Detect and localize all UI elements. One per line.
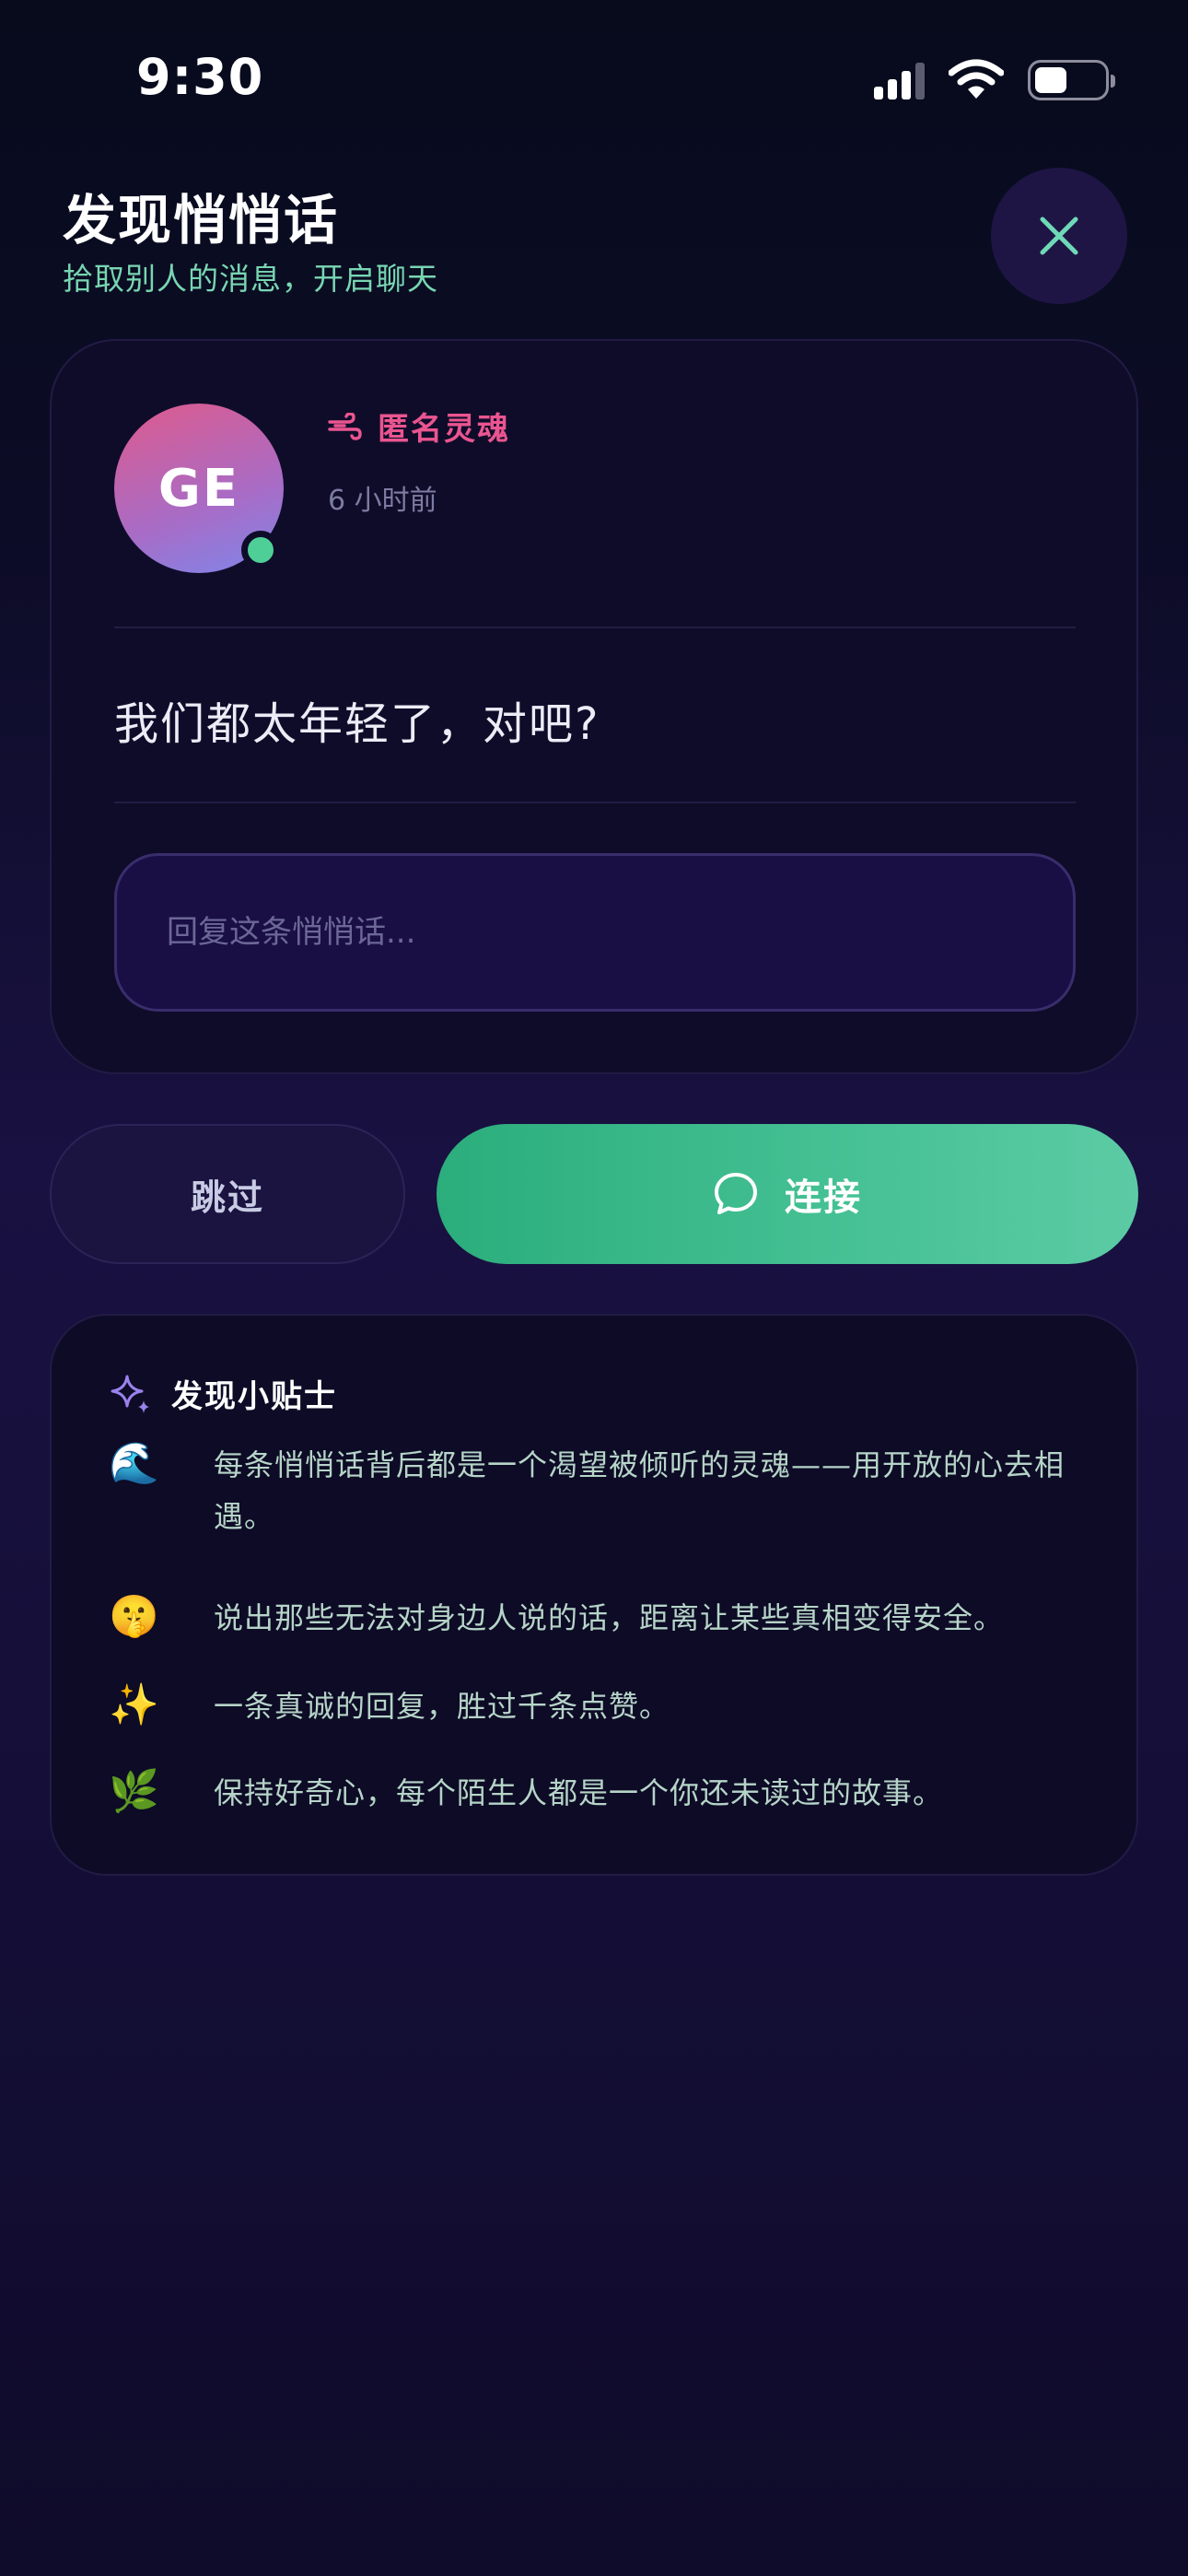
page-title: 发现悄悄话 — [63, 189, 340, 252]
tip-text: 保持好奇心，每个陌生人都是一个你还未读过的故事。 — [214, 1775, 944, 1810]
tip-item: 🤫 说出那些无法对身边人说的话，距离让某些真相变得安全。 — [109, 1592, 1079, 1644]
connect-label: 连接 — [785, 1177, 862, 1219]
battery-icon — [1028, 60, 1115, 100]
reply-input[interactable] — [114, 853, 1076, 1012]
wave-icon: 🌊 — [109, 1440, 159, 1487]
tip-text: 每条悄悄话背后都是一个渴望被倾听的灵魂——用开放的心去相遇。 — [214, 1447, 1066, 1534]
tip-item: 🌊 每条悄悄话背后都是一个渴望被倾听的灵魂——用开放的心去相遇。 — [109, 1439, 1079, 1542]
skip-button[interactable]: 跳过 — [50, 1124, 405, 1264]
tip-item: 🌿 保持好奇心，每个陌生人都是一个你还未读过的故事。 — [109, 1767, 1079, 1819]
page-subtitle: 拾取别人的消息，开启聊天 — [63, 261, 438, 297]
tips-card: 发现小贴士 🌊 每条悄悄话背后都是一个渴望被倾听的灵魂——用开放的心去相遇。 🤫… — [50, 1314, 1138, 1876]
chat-bubble-icon — [715, 1173, 757, 1214]
divider — [114, 802, 1076, 803]
shushing-face-icon: 🤫 — [109, 1593, 159, 1640]
close-icon — [1040, 217, 1078, 255]
tips-title: 发现小贴士 — [171, 1378, 337, 1415]
post-time: 6 小时前 — [328, 485, 437, 517]
avatar-initials: GE — [157, 458, 240, 519]
tip-text: 说出那些无法对身边人说的话，距离让某些真相变得安全。 — [214, 1600, 1005, 1635]
wind-icon — [328, 412, 362, 440]
whisper-card: GE 匿名灵魂 6 小时前 我们都太年轻了，对吧? — [50, 339, 1138, 1074]
status-time: 9:30 — [136, 48, 264, 106]
author-row: 匿名灵魂 — [328, 404, 510, 449]
status-icons — [874, 57, 1115, 103]
sparkle-icon — [111, 1375, 149, 1413]
skip-label: 跳过 — [190, 1177, 264, 1218]
whisper-message: 我们都太年轻了，对吧? — [114, 698, 600, 750]
connect-button[interactable]: 连接 — [437, 1124, 1138, 1264]
tip-item: ✨ 一条真诚的回复，胜过千条点赞。 — [109, 1680, 1079, 1732]
wifi-icon — [949, 59, 1004, 99]
signal-icon — [874, 61, 925, 100]
divider — [114, 626, 1076, 628]
tips-header: 发现小贴士 — [109, 1371, 337, 1416]
tip-text: 一条真诚的回复，胜过千条点赞。 — [214, 1689, 670, 1724]
status-bar: 9:30 — [0, 0, 1188, 157]
online-status-dot — [241, 531, 280, 569]
herb-icon: 🌿 — [109, 1768, 159, 1815]
close-button[interactable] — [991, 168, 1127, 304]
sparkles-icon: ✨ — [109, 1681, 159, 1728]
author-name: 匿名灵魂 — [378, 411, 510, 448]
